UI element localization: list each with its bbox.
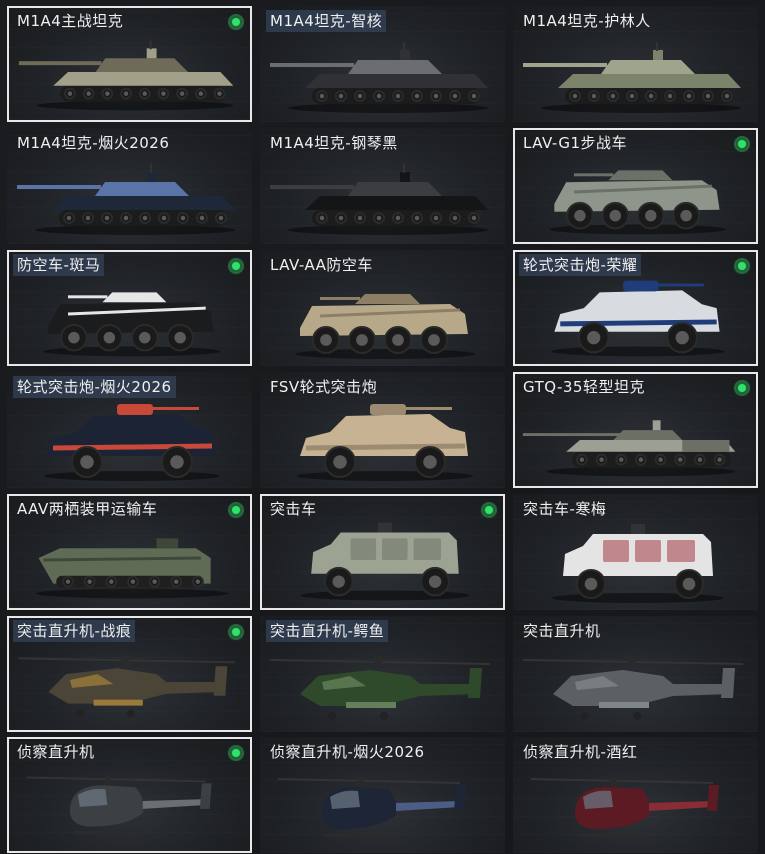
vehicle-card[interactable]: 突击直升机-鳄鱼 bbox=[260, 616, 505, 732]
tank-icon bbox=[260, 154, 505, 238]
vehicle-name: M1A4主战坦克 bbox=[17, 12, 124, 30]
vehicle-name: M1A4坦克-钢琴黑 bbox=[270, 134, 398, 152]
vehicle-name: M1A4坦克-护林人 bbox=[523, 12, 651, 30]
vehicle-card[interactable]: LAV-AA防空车 bbox=[260, 250, 505, 366]
vehicle-name: AAV两栖装甲运输车 bbox=[17, 500, 158, 518]
tank-icon bbox=[7, 154, 252, 238]
owned-indicator-icon bbox=[481, 502, 497, 518]
amphibious-icon bbox=[9, 518, 250, 602]
vehicle-name: 轮式突击炮-荣耀 bbox=[519, 254, 642, 276]
vehicle-name: 侦察直升机-烟火2026 bbox=[270, 743, 425, 761]
scout-helicopter-icon bbox=[513, 763, 758, 847]
vehicle-name: 突击车-寒梅 bbox=[523, 500, 607, 518]
vehicle-name: LAV-AA防空车 bbox=[270, 256, 373, 274]
vehicle-card[interactable]: 侦察直升机-酒红 bbox=[513, 737, 758, 853]
vehicle-name: 侦察直升机 bbox=[17, 743, 95, 761]
assault-vehicle-icon bbox=[262, 518, 503, 602]
vehicle-name: 防空车-斑马 bbox=[13, 254, 105, 276]
vehicle-card[interactable]: LAV-G1步战车 bbox=[513, 128, 758, 244]
vehicle-name: 突击直升机-鳄鱼 bbox=[266, 620, 389, 642]
light-tank-icon bbox=[515, 396, 756, 480]
tank-icon bbox=[260, 32, 505, 116]
assault-gun-icon bbox=[515, 274, 756, 358]
owned-indicator-icon bbox=[734, 136, 750, 152]
assault-gun-icon bbox=[7, 398, 252, 482]
owned-indicator-icon bbox=[734, 380, 750, 396]
vehicle-grid: M1A4主战坦克 M1A4坦克-智核 M1A4坦克-护林人 M1A4坦克-烟火2… bbox=[0, 0, 765, 854]
vehicle-name: M1A4坦克-烟火2026 bbox=[17, 134, 170, 152]
vehicle-card[interactable]: AAV两栖装甲运输车 bbox=[7, 494, 252, 610]
scout-helicopter-icon bbox=[9, 761, 250, 845]
vehicle-card[interactable]: GTQ-35轻型坦克 bbox=[513, 372, 758, 488]
vehicle-name: LAV-G1步战车 bbox=[523, 134, 628, 152]
owned-indicator-icon bbox=[228, 502, 244, 518]
vehicle-card[interactable]: 防空车-斑马 bbox=[7, 250, 252, 366]
owned-indicator-icon bbox=[734, 258, 750, 274]
vehicle-name: 突击直升机-战痕 bbox=[13, 620, 136, 642]
owned-indicator-icon bbox=[228, 14, 244, 30]
vehicle-name: GTQ-35轻型坦克 bbox=[523, 378, 645, 396]
assault-gun-icon bbox=[260, 398, 505, 482]
vehicle-card[interactable]: 侦察直升机 bbox=[7, 737, 252, 853]
vehicle-name: 轮式突击炮-烟火2026 bbox=[13, 376, 176, 398]
scout-helicopter-icon bbox=[260, 763, 505, 847]
tank-icon bbox=[513, 32, 758, 116]
vehicle-card[interactable]: M1A4坦克-护林人 bbox=[513, 6, 758, 122]
vehicle-card[interactable]: M1A4坦克-钢琴黑 bbox=[260, 128, 505, 244]
owned-indicator-icon bbox=[228, 745, 244, 761]
vehicle-card[interactable]: 侦察直升机-烟火2026 bbox=[260, 737, 505, 853]
vehicle-card[interactable]: 突击直升机 bbox=[513, 616, 758, 732]
vehicle-card[interactable]: 突击车 bbox=[260, 494, 505, 610]
aa-vehicle-icon bbox=[9, 274, 250, 358]
vehicle-card[interactable]: 轮式突击炮-烟火2026 bbox=[7, 372, 252, 488]
vehicle-card[interactable]: M1A4坦克-智核 bbox=[260, 6, 505, 122]
vehicle-card[interactable]: 突击直升机-战痕 bbox=[7, 616, 252, 732]
vehicle-name: 突击直升机 bbox=[523, 622, 601, 640]
vehicle-card[interactable]: 轮式突击炮-荣耀 bbox=[513, 250, 758, 366]
vehicle-name: M1A4坦克-智核 bbox=[266, 10, 387, 32]
aa-vehicle-icon bbox=[260, 276, 505, 360]
owned-indicator-icon bbox=[228, 624, 244, 640]
owned-indicator-icon bbox=[228, 258, 244, 274]
assault-vehicle-icon bbox=[513, 520, 758, 604]
ifv-icon bbox=[515, 152, 756, 236]
helicopter-icon bbox=[260, 642, 505, 726]
helicopter-icon bbox=[513, 642, 758, 726]
vehicle-card[interactable]: M1A4坦克-烟火2026 bbox=[7, 128, 252, 244]
tank-icon bbox=[9, 30, 250, 114]
vehicle-card[interactable]: M1A4主战坦克 bbox=[7, 6, 252, 122]
vehicle-name: 突击车 bbox=[270, 500, 317, 518]
vehicle-card[interactable]: FSV轮式突击炮 bbox=[260, 372, 505, 488]
vehicle-name: 侦察直升机-酒红 bbox=[523, 743, 638, 761]
helicopter-icon bbox=[9, 640, 250, 724]
vehicle-card[interactable]: 突击车-寒梅 bbox=[513, 494, 758, 610]
vehicle-name: FSV轮式突击炮 bbox=[270, 378, 378, 396]
